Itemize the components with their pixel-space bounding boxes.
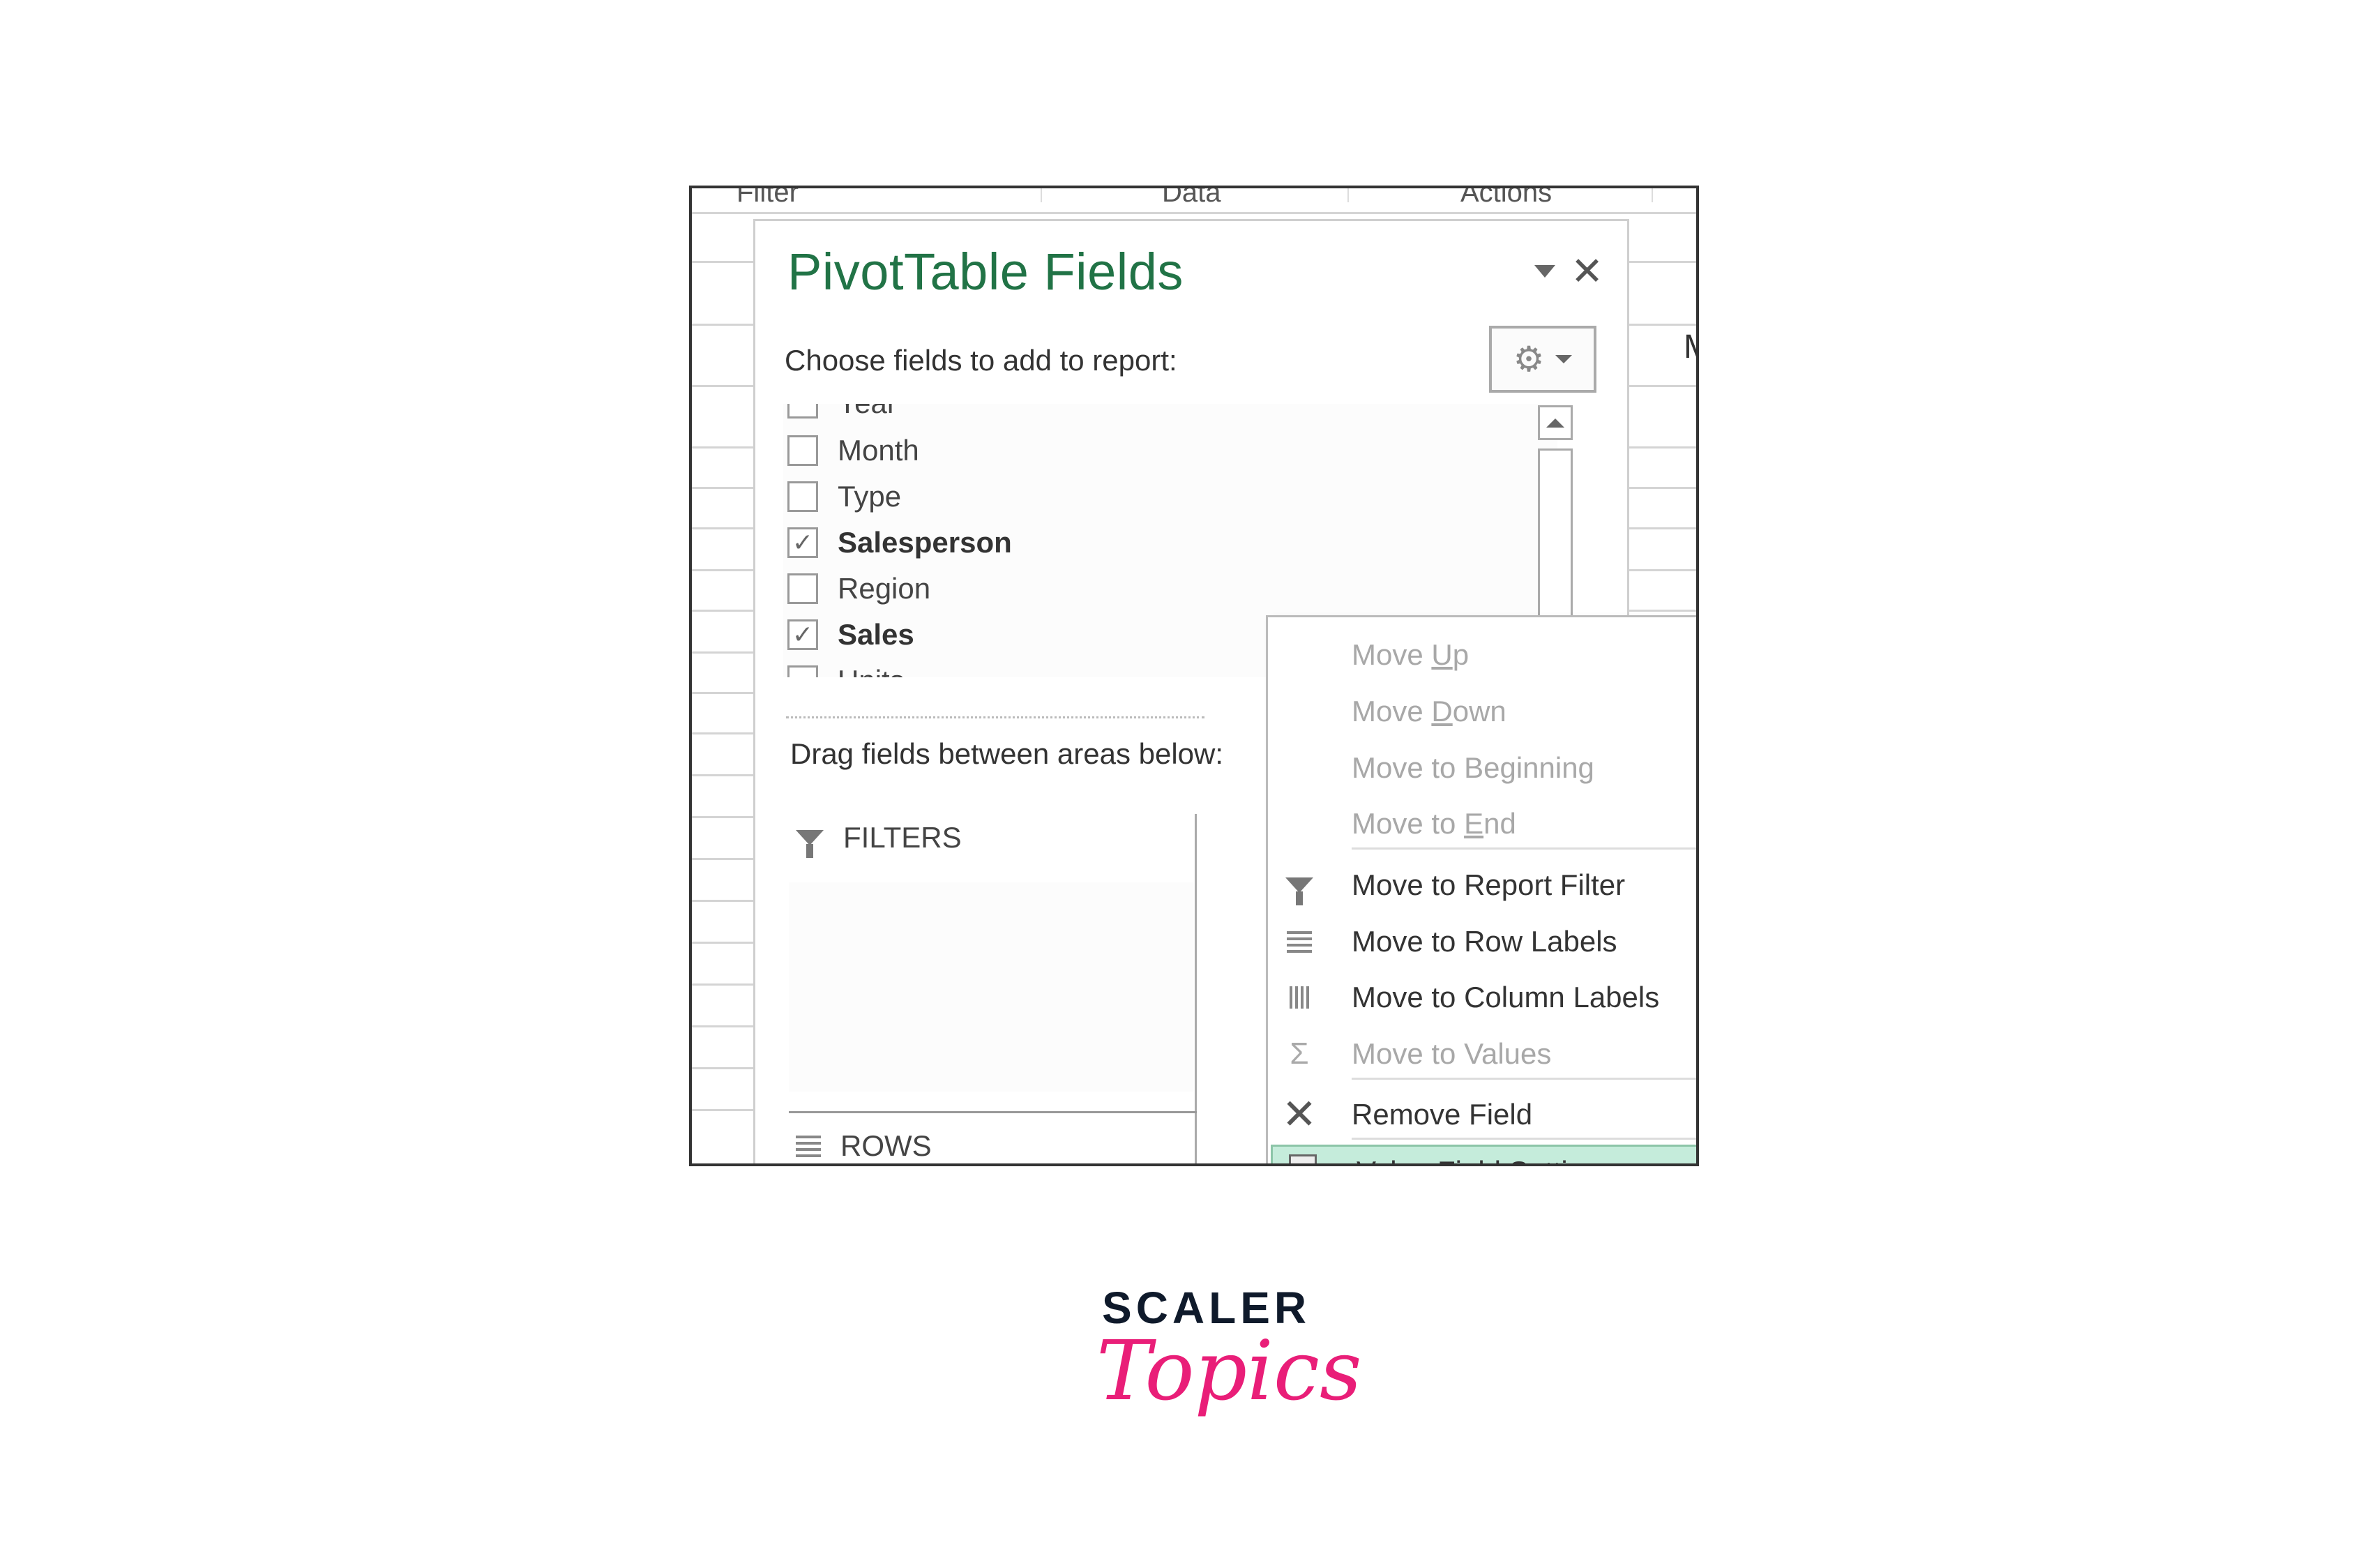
- filter-icon: [796, 830, 824, 858]
- rows-area-header: ROWS: [796, 1129, 932, 1163]
- choose-fields-label: Choose fields to add to report:: [785, 344, 1177, 377]
- close-icon[interactable]: ✕: [1571, 252, 1603, 291]
- pivottable-fields-pane: PivotTable Fields ✕ Choose fields to add…: [753, 219, 1696, 1163]
- checkbox[interactable]: [787, 435, 818, 466]
- menu-item-value-field-settings[interactable]: i Value Field Settings...: [1271, 1145, 1696, 1163]
- field-item-region[interactable]: Region: [783, 566, 930, 612]
- ribbon-group-data: Data: [1162, 186, 1221, 208]
- menu-item-remove-field[interactable]: ✕ Remove Field: [1268, 1090, 1696, 1140]
- rows-icon: [796, 1135, 821, 1157]
- menu-item-move-to-values[interactable]: Σ Move to Values: [1268, 1029, 1696, 1079]
- field-item-type[interactable]: Type: [783, 474, 901, 520]
- rows-label: ROWS: [840, 1129, 932, 1162]
- menu-item-move-to-end[interactable]: Move to End: [1268, 799, 1696, 849]
- caret-down-icon[interactable]: [1534, 265, 1556, 278]
- checkbox[interactable]: [787, 481, 818, 512]
- field-item-year[interactable]: Year: [783, 404, 897, 426]
- field-item-units[interactable]: Units: [783, 658, 905, 677]
- checkbox[interactable]: [787, 665, 818, 677]
- ribbon-group-actions: Actions: [1460, 186, 1553, 208]
- pane-controls: ✕: [1534, 252, 1603, 291]
- field-label: Year: [838, 404, 897, 420]
- field-label: Units: [838, 664, 905, 677]
- column-labels-icon: [1282, 980, 1317, 1015]
- menu-item-label: Move Up: [1352, 638, 1470, 671]
- checkbox[interactable]: [787, 573, 818, 604]
- sigma-icon: Σ: [1290, 1036, 1309, 1071]
- menu-item-label: Value Field Settings...: [1357, 1155, 1639, 1163]
- filters-drop-area[interactable]: [789, 882, 1193, 1092]
- menu-item-label: Move to End: [1352, 807, 1516, 840]
- context-menu: Move Up Move Down Move to Beginning Move…: [1266, 615, 1696, 1163]
- menu-item-move-to-row-labels[interactable]: Move to Row Labels: [1268, 917, 1696, 967]
- ribbon-separator: [1347, 188, 1349, 202]
- filters-label: FILTERS: [843, 821, 962, 854]
- checkmark-icon: ✓: [792, 528, 814, 557]
- checkbox-checked[interactable]: ✓: [787, 527, 818, 558]
- checkmark-icon: ✓: [792, 620, 814, 649]
- menu-item-label: Move Down: [1352, 695, 1506, 728]
- menu-item-label: Move to Values: [1352, 1037, 1552, 1070]
- divider: [786, 716, 1204, 718]
- area-divider: [789, 1111, 1197, 1113]
- field-item-month[interactable]: Month: [783, 428, 919, 474]
- remove-x-icon: ✕: [1281, 1091, 1317, 1138]
- menu-item-label: Move to Column Labels: [1352, 981, 1660, 1013]
- drag-fields-label: Drag fields between areas below:: [790, 737, 1224, 770]
- scroll-up-button[interactable]: [1538, 405, 1573, 440]
- arrow-up-icon: [1546, 418, 1564, 428]
- field-item-sales[interactable]: ✓ Sales: [783, 612, 914, 658]
- field-label: Type: [838, 480, 902, 513]
- menu-item-move-to-report-filter[interactable]: Move to Report Filter: [1268, 860, 1696, 910]
- menu-item-label: Move to Row Labels: [1352, 925, 1617, 958]
- area-divider: [1195, 814, 1197, 1163]
- checkbox-checked[interactable]: ✓: [787, 619, 818, 650]
- logo-topics-text: Topics: [1096, 1322, 1362, 1419]
- menu-item-move-to-column-labels[interactable]: Move to Column Labels: [1268, 972, 1696, 1023]
- cell-fragment: M: [1684, 328, 1696, 366]
- scaler-topics-logo: SCALER Topics: [1096, 1282, 1362, 1449]
- menu-item-label: Move to Report Filter: [1352, 868, 1626, 901]
- field-label: Month: [838, 434, 919, 467]
- tools-button[interactable]: ⚙: [1489, 326, 1596, 393]
- value-field-settings-icon: i: [1287, 1154, 1322, 1163]
- row-labels-icon: [1282, 924, 1317, 959]
- excel-screenshot: Filter Data Actions M PivotTable Fields …: [689, 186, 1699, 1166]
- filter-icon: [1282, 868, 1317, 905]
- menu-item-label: Remove Field: [1352, 1098, 1533, 1131]
- menu-separator: [1352, 1078, 1696, 1080]
- ribbon-group-filter: Filter: [736, 186, 799, 208]
- menu-item-move-up[interactable]: Move Up: [1268, 630, 1696, 680]
- ribbon-separator: [1041, 188, 1042, 202]
- gear-icon: ⚙: [1513, 340, 1545, 379]
- checkbox[interactable]: [787, 404, 818, 419]
- grid-row-line: [692, 212, 1696, 214]
- field-label: Salesperson: [838, 526, 1012, 559]
- menu-item-move-to-beginning[interactable]: Move to Beginning: [1268, 743, 1696, 793]
- ribbon-separator: [1652, 188, 1653, 202]
- field-label: Sales: [838, 618, 914, 651]
- menu-item-move-down[interactable]: Move Down: [1268, 686, 1696, 737]
- filters-area-header: FILTERS: [796, 821, 962, 858]
- menu-item-label: Move to Beginning: [1352, 751, 1594, 784]
- menu-separator: [1352, 1138, 1696, 1140]
- caret-down-icon: [1555, 355, 1573, 363]
- field-item-salesperson[interactable]: ✓ Salesperson: [783, 520, 1012, 566]
- menu-separator: [1352, 847, 1696, 850]
- pane-title: PivotTable Fields: [787, 243, 1184, 301]
- field-label: Region: [838, 572, 931, 605]
